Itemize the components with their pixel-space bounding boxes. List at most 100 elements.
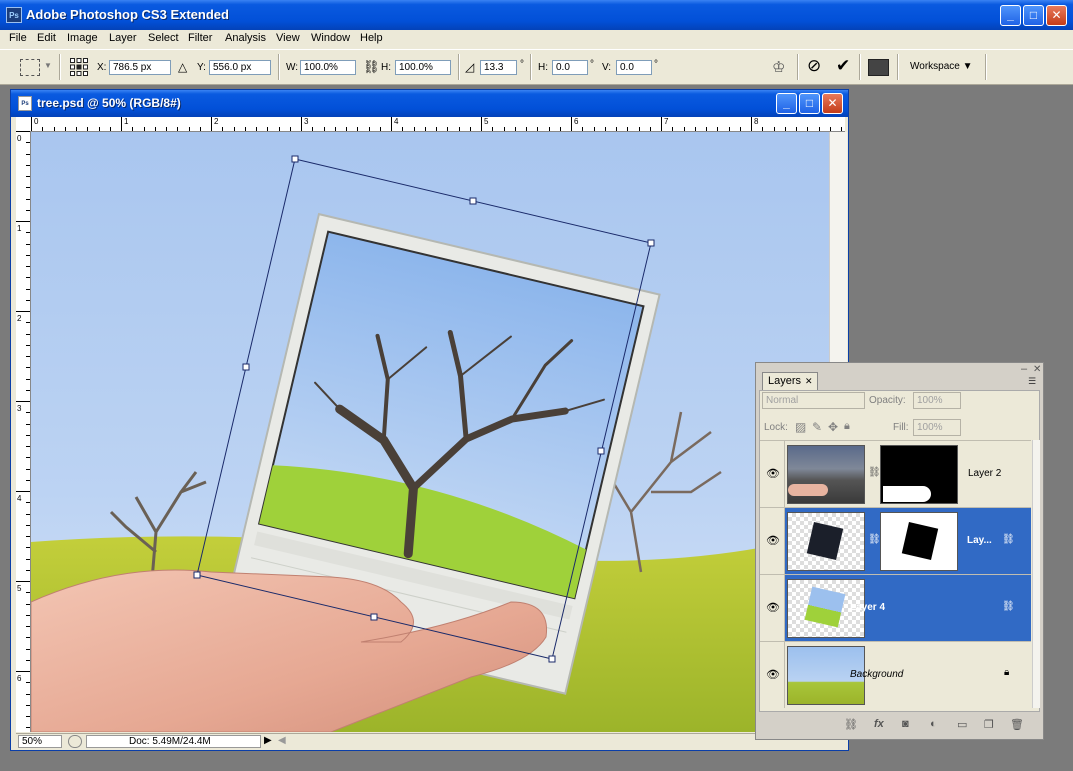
- mask-link-icon[interactable]: ⛓: [868, 534, 881, 545]
- adjustment-layer-icon[interactable]: ◐: [930, 718, 937, 730]
- panel-menu-icon[interactable]: ☰: [1028, 376, 1036, 387]
- new-group-icon[interactable]: ▭: [957, 718, 967, 731]
- visibility-toggle[interactable]: 👁︎: [760, 508, 785, 574]
- panel-close-icon[interactable]: ✕: [1033, 364, 1041, 375]
- vertical-ruler[interactable]: 0 1 2 3 4 5 6: [16, 131, 31, 732]
- maximize-button[interactable]: □: [1023, 5, 1044, 26]
- app-titlebar: Ps Adobe Photoshop CS3 Extended _ □ ✕: [0, 0, 1073, 30]
- cancel-transform-icon[interactable]: ⊘: [807, 56, 821, 76]
- menu-image[interactable]: Image: [67, 32, 98, 44]
- lock-transparent-icon[interactable]: ▨: [795, 420, 806, 434]
- link-icon: ⛓: [1002, 534, 1015, 545]
- lock-all-icon[interactable]: 🔒︎: [844, 420, 850, 433]
- bridge-icon[interactable]: [868, 59, 889, 76]
- doc-minimize-button[interactable]: _: [776, 93, 797, 114]
- ruler-label: 2: [17, 314, 22, 323]
- tab-close-icon[interactable]: ✕: [805, 373, 813, 389]
- tab-layers[interactable]: Layers ✕: [762, 372, 818, 390]
- layer-row-layer-2[interactable]: 👁︎ ⛓ Layer 2: [760, 440, 1031, 507]
- tool-preset-dropdown-icon[interactable]: ▼: [44, 61, 52, 70]
- doc-close-button[interactable]: ✕: [822, 93, 843, 114]
- status-options-icon[interactable]: [68, 735, 82, 748]
- hskew-label: H:: [538, 62, 548, 73]
- close-button[interactable]: ✕: [1046, 5, 1067, 26]
- menu-help[interactable]: Help: [360, 32, 383, 44]
- ruler-label: 1: [124, 117, 129, 126]
- link-icon[interactable]: ⛓: [363, 59, 380, 75]
- menu-view[interactable]: View: [276, 32, 300, 44]
- ruler-label: 6: [17, 674, 22, 683]
- width-scale-field[interactable]: 100.0%: [300, 60, 356, 75]
- horizontal-skew-field[interactable]: 0.0: [552, 60, 588, 75]
- ruler-label: 0: [34, 117, 39, 126]
- visibility-toggle[interactable]: 👁︎: [760, 441, 785, 507]
- horizontal-ruler[interactable]: 0 1 2 3 4 5 6 7 8: [16, 117, 845, 132]
- zoom-field[interactable]: 50%: [18, 735, 62, 748]
- warp-mode-icon[interactable]: ♔: [772, 58, 785, 76]
- delete-layer-icon[interactable]: 🗑︎: [1010, 718, 1024, 731]
- doc-maximize-button[interactable]: □: [799, 93, 820, 114]
- menu-edit[interactable]: Edit: [37, 32, 56, 44]
- image-canvas[interactable]: [31, 132, 829, 732]
- layer-style-icon[interactable]: fx: [874, 718, 884, 730]
- canvas-artwork: [31, 132, 829, 732]
- lock-position-icon[interactable]: ✥: [828, 420, 838, 434]
- link-layers-icon[interactable]: ⛓: [844, 718, 858, 731]
- menu-layer[interactable]: Layer: [109, 32, 137, 44]
- lock-label: Lock:: [764, 422, 788, 433]
- ruler-label: 1: [17, 224, 22, 233]
- lock-image-icon[interactable]: ✎: [812, 420, 822, 434]
- eye-icon: 👁︎: [766, 602, 780, 614]
- separator: [859, 54, 861, 80]
- menu-bar: File Edit Image Layer Select Filter Anal…: [0, 30, 1073, 49]
- status-menu-arrow-icon[interactable]: ▶: [264, 735, 272, 746]
- menu-filter[interactable]: Filter: [188, 32, 212, 44]
- layer-name[interactable]: Layer 4: [850, 602, 885, 613]
- workspace-menu[interactable]: Workspace ▼: [910, 61, 973, 72]
- ruler-label: 0: [17, 134, 22, 143]
- y-position-field[interactable]: 556.0 px: [209, 60, 271, 75]
- layer-row-layer-4[interactable]: 👁︎ Layer 4 ⛓: [760, 574, 1031, 641]
- height-scale-field[interactable]: 100.0%: [395, 60, 451, 75]
- vertical-skew-field[interactable]: 0.0: [616, 60, 652, 75]
- minimize-button[interactable]: _: [1000, 5, 1021, 26]
- commit-transform-icon[interactable]: ✔: [836, 56, 850, 76]
- opacity-field[interactable]: 100%: [913, 392, 961, 409]
- rotation-angle-field[interactable]: 13.3: [480, 60, 517, 75]
- eye-icon: 👁︎: [766, 535, 780, 547]
- blend-mode-dropdown[interactable]: Normal: [762, 392, 865, 409]
- transform-tool-icon[interactable]: [20, 59, 40, 76]
- menu-analysis[interactable]: Analysis: [225, 32, 266, 44]
- layers-scrollbar[interactable]: [1032, 440, 1040, 708]
- scroll-left-icon[interactable]: ◀: [278, 735, 286, 746]
- degree-unit: °: [654, 59, 658, 70]
- layer-name[interactable]: Layer 2: [968, 468, 1001, 479]
- fill-field[interactable]: 100%: [913, 419, 961, 436]
- menu-file[interactable]: File: [9, 32, 27, 44]
- panel-collapse-icon[interactable]: ‒: [1021, 363, 1027, 375]
- layers-panel: ‒ ✕ Layers ✕ ☰ Normal Opacity: 100% Lock…: [755, 362, 1044, 740]
- eye-icon: 👁︎: [766, 669, 780, 681]
- add-mask-icon[interactable]: ◙: [902, 718, 909, 730]
- layers-panel-header: ‒ ✕ Layers ✕ ☰: [756, 363, 1043, 390]
- document-title: tree.psd @ 50% (RGB/8#): [37, 96, 181, 110]
- menu-select[interactable]: Select: [148, 32, 179, 44]
- layer-row-background[interactable]: 👁︎ Background 🔒︎: [760, 641, 1031, 708]
- layer-name[interactable]: Background: [850, 669, 903, 680]
- eye-icon: 👁︎: [766, 468, 780, 480]
- visibility-toggle[interactable]: 👁︎: [760, 642, 785, 708]
- reference-point-icon[interactable]: [70, 58, 88, 76]
- visibility-toggle[interactable]: 👁︎: [760, 575, 785, 641]
- menu-window[interactable]: Window: [311, 32, 350, 44]
- x-label: X:: [97, 62, 107, 73]
- photoshop-app-icon: Ps: [6, 7, 22, 23]
- mask-link-icon[interactable]: ⛓: [868, 467, 881, 478]
- delta-icon[interactable]: △: [178, 60, 187, 74]
- layer-name[interactable]: Lay...: [967, 535, 992, 546]
- separator: [59, 54, 61, 80]
- layer-row-layer-3[interactable]: 👁︎ ⛓ Lay... ⛓: [760, 507, 1031, 574]
- ruler-label: 4: [17, 494, 22, 503]
- ruler-label: 3: [304, 117, 309, 126]
- new-layer-icon[interactable]: ❐: [984, 718, 994, 731]
- x-position-field[interactable]: 786.5 px: [109, 60, 171, 75]
